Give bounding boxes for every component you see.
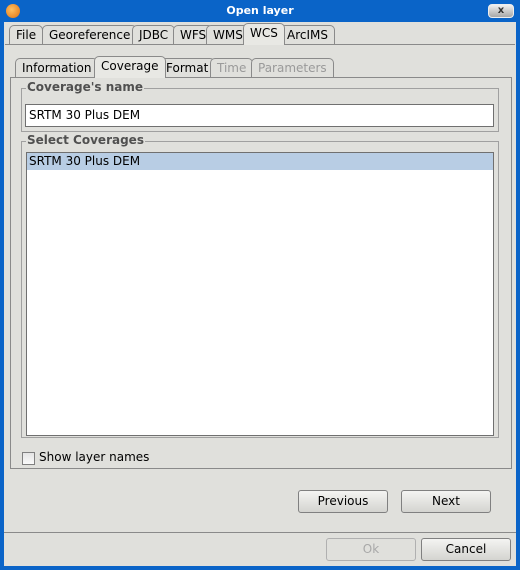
cancel-button[interactable]: Cancel <box>421 538 511 561</box>
app-logo-icon <box>6 4 20 18</box>
tab-georeference[interactable]: Georeference <box>42 25 138 45</box>
window-title: Open layer <box>226 4 294 17</box>
coverage-name-group: Coverage's name SRTM 30 Plus DEM <box>21 80 499 132</box>
tab-coverage[interactable]: Coverage <box>94 56 166 78</box>
open-layer-dialog: Open layer x File Georeference JDBC WFS … <box>0 0 520 570</box>
dialog-body: File Georeference JDBC WFS WMS WCS ArcIM… <box>4 22 516 566</box>
close-button[interactable]: x <box>488 4 514 18</box>
ok-button: Ok <box>326 538 416 561</box>
tab-jdbc[interactable]: JDBC <box>132 25 176 45</box>
tab-time: Time <box>210 58 254 78</box>
previous-button[interactable]: Previous <box>298 490 388 513</box>
show-layer-names-label[interactable]: Show layer names <box>39 450 149 464</box>
tab-wcs[interactable]: WCS <box>243 23 285 45</box>
coverage-name-field[interactable]: SRTM 30 Plus DEM <box>25 104 494 127</box>
tab-parameters: Parameters <box>251 58 334 78</box>
footer-divider <box>4 532 516 533</box>
next-button[interactable]: Next <box>401 490 491 513</box>
tab-format[interactable]: Format <box>159 58 216 78</box>
select-coverages-legend: Select Coverages <box>26 133 145 147</box>
coverage-panel: Coverage's name SRTM 30 Plus DEM Select … <box>10 77 512 469</box>
select-coverages-group: Select Coverages SRTM 30 Plus DEM <box>21 133 499 438</box>
title-bar[interactable]: Open layer x <box>0 0 520 22</box>
coverage-name-legend: Coverage's name <box>26 80 145 94</box>
list-item[interactable]: SRTM 30 Plus DEM <box>27 153 493 170</box>
tab-file[interactable]: File <box>9 25 44 45</box>
tab-arcims[interactable]: ArcIMS <box>280 25 335 45</box>
tab-information[interactable]: Information <box>15 58 99 78</box>
show-layer-names-checkbox[interactable] <box>22 452 35 465</box>
coverages-list[interactable]: SRTM 30 Plus DEM <box>26 152 494 436</box>
